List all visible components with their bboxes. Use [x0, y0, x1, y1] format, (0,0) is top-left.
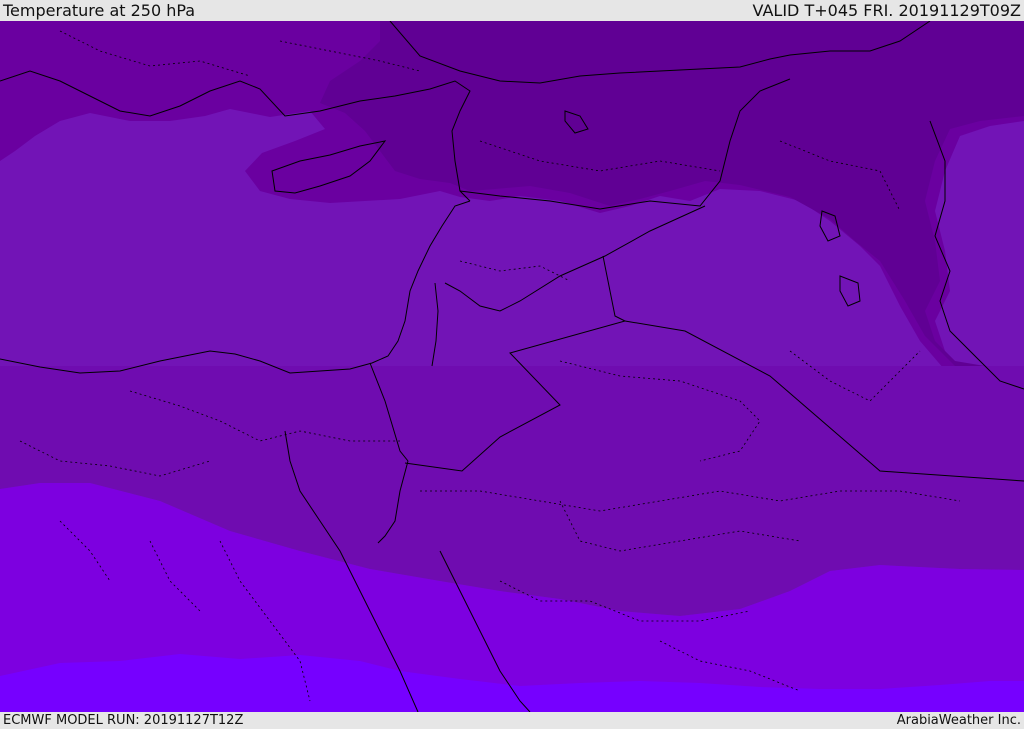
footer-bar: ECMWF MODEL RUN: 20191127T12Z ArabiaWeat…: [0, 712, 1024, 729]
map-title: Temperature at 250 hPa: [3, 1, 196, 20]
valid-time: VALID T+045 FRI. 20191129T09Z: [752, 1, 1021, 20]
map-svg: [0, 21, 1024, 712]
credit: ArabiaWeather Inc.: [896, 713, 1021, 728]
header-bar: Temperature at 250 hPa VALID T+045 FRI. …: [0, 0, 1024, 21]
model-run: ECMWF MODEL RUN: 20191127T12Z: [3, 713, 244, 728]
temperature-map[interactable]: [0, 21, 1024, 712]
